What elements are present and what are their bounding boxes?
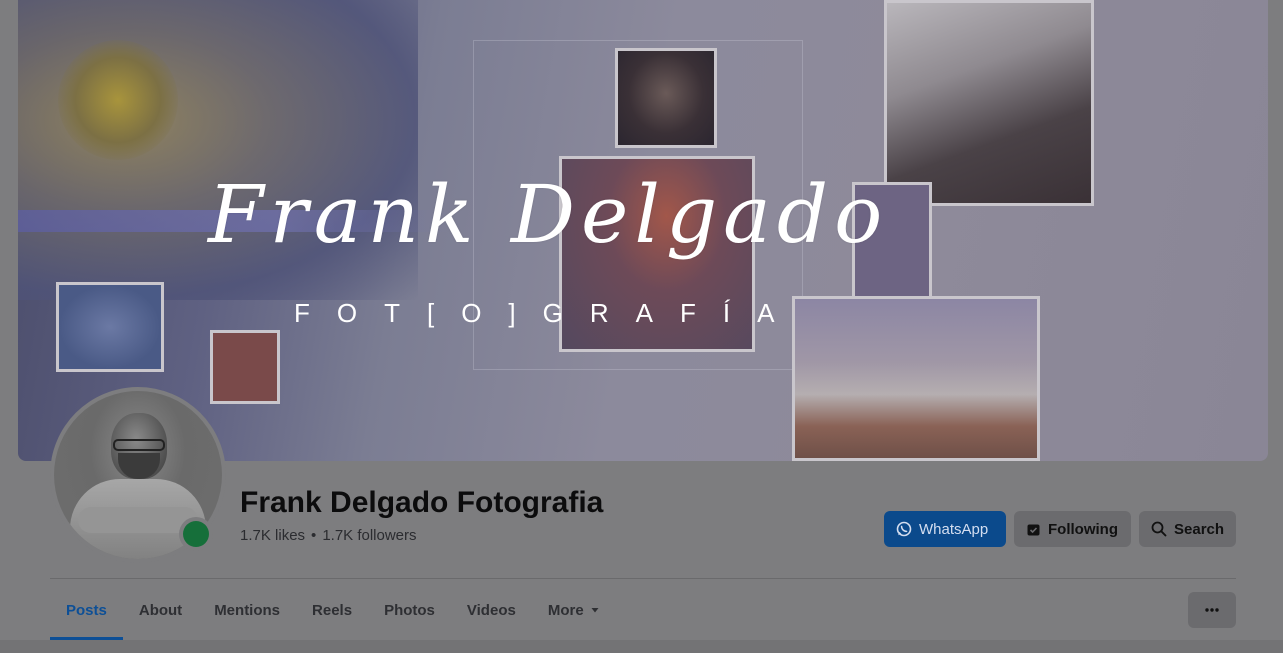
followers-count[interactable]: 1.7K followers bbox=[322, 527, 416, 544]
cover-rust-photo bbox=[210, 330, 280, 404]
following-check-icon bbox=[1027, 524, 1040, 535]
cover-painting-highlight bbox=[58, 40, 178, 160]
cover-sunset-photo bbox=[792, 296, 1040, 461]
caret-down-icon bbox=[591, 608, 599, 613]
page-tabs: Posts About Mentions Reels Photos Videos… bbox=[50, 580, 616, 640]
tab-mentions[interactable]: Mentions bbox=[198, 580, 296, 640]
avatar-glasses bbox=[113, 439, 165, 451]
whatsapp-icon bbox=[896, 521, 912, 537]
cover-blue-photo bbox=[56, 282, 164, 372]
whatsapp-button[interactable]: WhatsApp bbox=[884, 511, 1006, 547]
content-area-edge bbox=[0, 640, 1283, 653]
more-horizontal-icon bbox=[1205, 608, 1219, 612]
cover-subtitle: FOT[O]GRAFÍA bbox=[294, 298, 802, 328]
tab-label: Reels bbox=[312, 601, 353, 619]
online-status-indicator bbox=[179, 517, 213, 551]
tab-label: About bbox=[138, 601, 183, 619]
tab-videos[interactable]: Videos bbox=[451, 580, 532, 640]
tab-label: Photos bbox=[384, 601, 435, 619]
search-icon bbox=[1151, 521, 1167, 537]
header-divider bbox=[50, 578, 1236, 579]
tab-about[interactable]: About bbox=[123, 580, 198, 640]
whatsapp-button-label: WhatsApp bbox=[919, 520, 989, 538]
cover-photo[interactable]: Frank Delgado FOT[O]GRAFÍA bbox=[18, 0, 1268, 461]
page-title[interactable]: Frank Delgado Fotografia bbox=[240, 486, 603, 520]
page-stats: 1.7K likes • 1.7K followers bbox=[240, 527, 417, 544]
tab-label: Videos bbox=[466, 601, 516, 619]
likes-count[interactable]: 1.7K likes bbox=[240, 527, 305, 544]
more-options-button[interactable] bbox=[1188, 592, 1236, 628]
tab-reels[interactable]: Reels bbox=[296, 580, 368, 640]
search-button[interactable]: Search bbox=[1139, 511, 1236, 547]
stats-separator: • bbox=[311, 527, 317, 544]
tab-photos[interactable]: Photos bbox=[368, 580, 451, 640]
tab-more[interactable]: More bbox=[532, 580, 616, 640]
online-dot-icon bbox=[183, 521, 209, 547]
search-button-label: Search bbox=[1174, 520, 1225, 538]
cover-script-title: Frank Delgado bbox=[208, 168, 889, 261]
tab-posts[interactable]: Posts bbox=[50, 580, 123, 640]
tab-label: Mentions bbox=[214, 601, 281, 619]
tab-label: Posts bbox=[66, 601, 107, 619]
following-button[interactable]: Following bbox=[1014, 511, 1131, 547]
following-button-label: Following bbox=[1048, 520, 1118, 538]
cover-portrait-photo bbox=[615, 48, 717, 148]
tab-label: More bbox=[547, 601, 584, 619]
